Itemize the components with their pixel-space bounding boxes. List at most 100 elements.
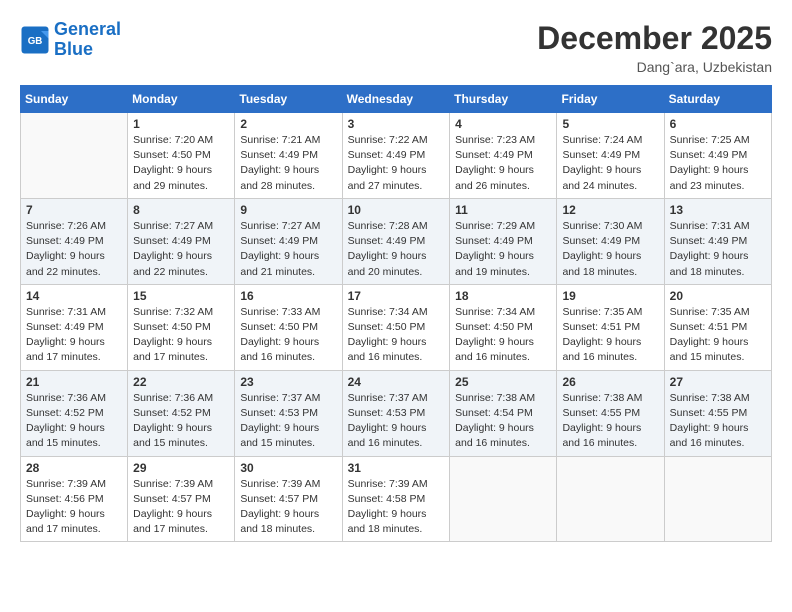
day-number: 10 <box>348 203 445 217</box>
day-number: 17 <box>348 289 445 303</box>
day-number: 31 <box>348 461 445 475</box>
weekday-header-friday: Friday <box>557 86 664 113</box>
weekday-header-row: SundayMondayTuesdayWednesdayThursdayFrid… <box>21 86 772 113</box>
calendar-cell: 8Sunrise: 7:27 AMSunset: 4:49 PMDaylight… <box>128 198 235 284</box>
logo: GB General Blue <box>20 20 121 60</box>
calendar-cell <box>450 456 557 542</box>
calendar-cell: 13 Sunrise: 7:31 AMSunset: 4:49 PMDayligh… <box>664 198 771 284</box>
day-number: 26 <box>562 375 658 389</box>
day-number: 24 <box>348 375 445 389</box>
day-info: Sunrise: 7:34 AMSunset: 4:50 PMDaylight:… <box>348 305 445 366</box>
day-info: Sunrise: 7:36 AMSunset: 4:52 PMDaylight:… <box>133 391 229 452</box>
day-number: 20 <box>670 289 766 303</box>
day-number: 15 <box>133 289 229 303</box>
calendar-cell: 7Sunrise: 7:26 AMSunset: 4:49 PMDaylight… <box>21 198 128 284</box>
calendar-cell: 26 Sunrise: 7:38 AMSunset: 4:55 PMDayligh… <box>557 370 664 456</box>
weekday-header-sunday: Sunday <box>21 86 128 113</box>
day-info: Sunrise: 7:38 AMSunset: 4:54 PMDaylight:… <box>455 391 551 452</box>
calendar-cell: 2 Sunrise: 7:21 AMSunset: 4:49 PMDaylight… <box>235 113 342 199</box>
calendar-cell: 24Sunrise: 7:37 AMSunset: 4:53 PMDayligh… <box>342 370 450 456</box>
day-info: Sunrise: 7:38 AMSunset: 4:55 PMDaylight:… <box>670 391 766 452</box>
day-info: Sunrise: 7:39 AMSunset: 4:58 PMDaylight:… <box>348 477 445 538</box>
calendar-cell: 1Sunrise: 7:20 AMSunset: 4:50 PMDaylight… <box>128 113 235 199</box>
svg-text:GB: GB <box>28 36 43 47</box>
calendar-cell <box>21 113 128 199</box>
day-info: Sunrise: 7:36 AMSunset: 4:52 PMDaylight:… <box>26 391 122 452</box>
day-info: Sunrise: 7:39 AMSunset: 4:57 PMDaylight:… <box>240 477 336 538</box>
calendar-cell <box>557 456 664 542</box>
day-number: 12 <box>562 203 658 217</box>
calendar-cell: 16Sunrise: 7:33 AMSunset: 4:50 PMDayligh… <box>235 284 342 370</box>
day-info: Sunrise: 7:37 AMSunset: 4:53 PMDaylight:… <box>240 391 336 452</box>
day-number: 16 <box>240 289 336 303</box>
day-info: Sunrise: 7:27 AMSunset: 4:49 PMDaylight:… <box>240 219 336 280</box>
weekday-header-monday: Monday <box>128 86 235 113</box>
calendar-cell: 27 Sunrise: 7:38 AMSunset: 4:55 PMDayligh… <box>664 370 771 456</box>
day-info: Sunrise: 7:31 AMSunset: 4:49 PMDaylight:… <box>670 219 766 280</box>
day-info: Sunrise: 7:24 AMSunset: 4:49 PMDaylight:… <box>562 133 658 194</box>
day-number: 2 <box>240 117 336 131</box>
calendar-cell: 28Sunrise: 7:39 AMSunset: 4:56 PMDayligh… <box>21 456 128 542</box>
day-number: 13 <box>670 203 766 217</box>
calendar-cell: 19Sunrise: 7:35 AMSunset: 4:51 PMDayligh… <box>557 284 664 370</box>
calendar-cell: 14 Sunrise: 7:31 AMSunset: 4:49 PMDayligh… <box>21 284 128 370</box>
day-number: 25 <box>455 375 551 389</box>
logo-text: General Blue <box>54 20 121 60</box>
day-number: 14 <box>26 289 122 303</box>
calendar-table: SundayMondayTuesdayWednesdayThursdayFrid… <box>20 85 772 542</box>
day-number: 1 <box>133 117 229 131</box>
calendar-cell: 23 Sunrise: 7:37 AMSunset: 4:53 PMDayligh… <box>235 370 342 456</box>
day-number: 28 <box>26 461 122 475</box>
calendar-cell: 15 Sunrise: 7:32 AMSunset: 4:50 PMDayligh… <box>128 284 235 370</box>
day-number: 22 <box>133 375 229 389</box>
calendar-cell: 20 Sunrise: 7:35 AMSunset: 4:51 PMDayligh… <box>664 284 771 370</box>
day-info: Sunrise: 7:35 AMSunset: 4:51 PMDaylight:… <box>562 305 658 366</box>
day-info: Sunrise: 7:35 AMSunset: 4:51 PMDaylight:… <box>670 305 766 366</box>
day-number: 21 <box>26 375 122 389</box>
calendar-cell: 22 Sunrise: 7:36 AMSunset: 4:52 PMDayligh… <box>128 370 235 456</box>
day-info: Sunrise: 7:39 AMSunset: 4:57 PMDaylight:… <box>133 477 229 538</box>
day-number: 8 <box>133 203 229 217</box>
calendar-cell: 4 Sunrise: 7:23 AMSunset: 4:49 PMDaylight… <box>450 113 557 199</box>
day-number: 18 <box>455 289 551 303</box>
week-row-3: 14 Sunrise: 7:31 AMSunset: 4:49 PMDayligh… <box>21 284 772 370</box>
calendar-cell: 17 Sunrise: 7:34 AMSunset: 4:50 PMDayligh… <box>342 284 450 370</box>
calendar-cell: 21 Sunrise: 7:36 AMSunset: 4:52 PMDayligh… <box>21 370 128 456</box>
day-info: Sunrise: 7:30 AMSunset: 4:49 PMDaylight:… <box>562 219 658 280</box>
day-info: Sunrise: 7:25 AMSunset: 4:49 PMDaylight:… <box>670 133 766 194</box>
day-number: 11 <box>455 203 551 217</box>
weekday-header-saturday: Saturday <box>664 86 771 113</box>
week-row-4: 21 Sunrise: 7:36 AMSunset: 4:52 PMDayligh… <box>21 370 772 456</box>
week-row-2: 7Sunrise: 7:26 AMSunset: 4:49 PMDaylight… <box>21 198 772 284</box>
day-number: 30 <box>240 461 336 475</box>
calendar-cell: 9 Sunrise: 7:27 AMSunset: 4:49 PMDaylight… <box>235 198 342 284</box>
calendar-cell <box>664 456 771 542</box>
day-info: Sunrise: 7:22 AMSunset: 4:49 PMDaylight:… <box>348 133 445 194</box>
day-info: Sunrise: 7:26 AMSunset: 4:49 PMDaylight:… <box>26 219 122 280</box>
day-number: 9 <box>240 203 336 217</box>
title-block: December 2025 Dang`ara, Uzbekistan <box>537 20 772 75</box>
day-info: Sunrise: 7:31 AMSunset: 4:49 PMDaylight:… <box>26 305 122 366</box>
month-title: December 2025 <box>537 20 772 57</box>
calendar-cell: 11Sunrise: 7:29 AMSunset: 4:49 PMDayligh… <box>450 198 557 284</box>
week-row-5: 28Sunrise: 7:39 AMSunset: 4:56 PMDayligh… <box>21 456 772 542</box>
day-info: Sunrise: 7:28 AMSunset: 4:49 PMDaylight:… <box>348 219 445 280</box>
week-row-1: 1Sunrise: 7:20 AMSunset: 4:50 PMDaylight… <box>21 113 772 199</box>
day-number: 4 <box>455 117 551 131</box>
day-info: Sunrise: 7:23 AMSunset: 4:49 PMDaylight:… <box>455 133 551 194</box>
day-number: 23 <box>240 375 336 389</box>
weekday-header-thursday: Thursday <box>450 86 557 113</box>
day-number: 27 <box>670 375 766 389</box>
calendar-cell: 5Sunrise: 7:24 AMSunset: 4:49 PMDaylight… <box>557 113 664 199</box>
calendar-cell: 3 Sunrise: 7:22 AMSunset: 4:49 PMDaylight… <box>342 113 450 199</box>
weekday-header-wednesday: Wednesday <box>342 86 450 113</box>
day-info: Sunrise: 7:38 AMSunset: 4:55 PMDaylight:… <box>562 391 658 452</box>
calendar-cell: 29Sunrise: 7:39 AMSunset: 4:57 PMDayligh… <box>128 456 235 542</box>
calendar-cell: 10 Sunrise: 7:28 AMSunset: 4:49 PMDayligh… <box>342 198 450 284</box>
calendar-cell: 6 Sunrise: 7:25 AMSunset: 4:49 PMDaylight… <box>664 113 771 199</box>
logo-icon: GB <box>20 25 50 55</box>
day-info: Sunrise: 7:32 AMSunset: 4:50 PMDaylight:… <box>133 305 229 366</box>
day-info: Sunrise: 7:21 AMSunset: 4:49 PMDaylight:… <box>240 133 336 194</box>
day-number: 3 <box>348 117 445 131</box>
day-number: 6 <box>670 117 766 131</box>
